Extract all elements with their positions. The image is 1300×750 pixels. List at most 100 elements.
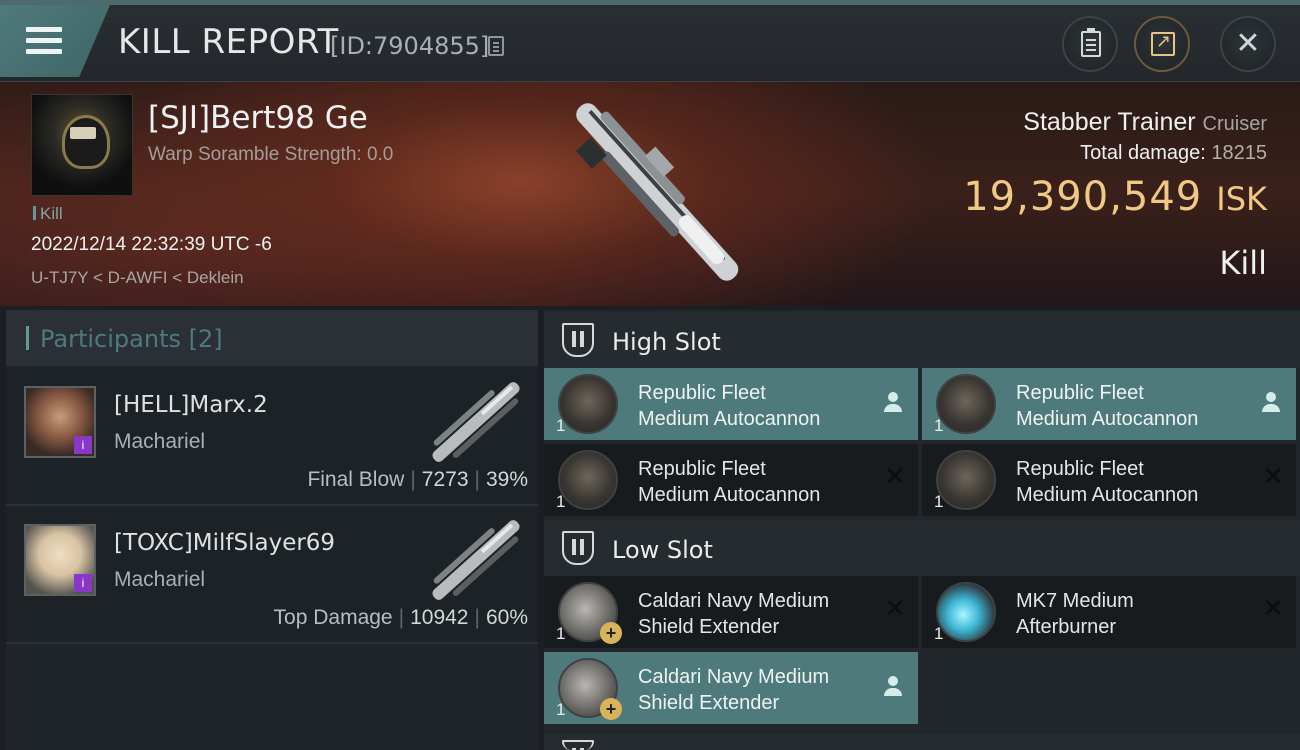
participants-header: Participants [2] — [6, 310, 538, 366]
module-item[interactable]: 1 Republic Fleet Medium Autocannon ✕ — [922, 444, 1296, 516]
destroyed-x-icon: ✕ — [1262, 462, 1284, 492]
high-slot-icon — [562, 323, 594, 357]
page-title: KILL REPORT — [118, 22, 339, 62]
shield-extender-icon: + — [558, 658, 622, 720]
isk-value: 19,390,549 ISK — [963, 174, 1267, 220]
clipboard-icon — [1081, 28, 1101, 57]
module-item[interactable]: 1 Republic Fleet Medium Autocannon ✕ — [544, 444, 918, 516]
report-button[interactable] — [1062, 16, 1118, 72]
result-label: Kill — [1219, 244, 1267, 282]
destroyed-x-icon: ✕ — [884, 594, 906, 624]
kill-tag-bar — [33, 206, 36, 220]
low-slot-title: Low Slot — [612, 536, 713, 564]
menu-button[interactable] — [0, 5, 110, 77]
participant-row[interactable]: i [TOXC]MilfSlayer69 Machariel Top Damag… — [6, 506, 538, 644]
module-name-line2: Afterburner — [1016, 616, 1117, 638]
participants-title: Participants [2] — [40, 325, 223, 353]
module-name-line1: Caldari Navy Medium — [638, 666, 830, 688]
participant-role: Final Blow — [307, 468, 405, 491]
report-id: [ID:7904855] — [330, 32, 490, 60]
low-slot-icon — [562, 531, 594, 565]
module-name: Republic Fleet Medium Autocannon — [1016, 380, 1198, 432]
module-name: Republic Fleet Medium Autocannon — [638, 456, 820, 508]
victim-ship-image[interactable] — [530, 82, 780, 306]
module-name-line1: Republic Fleet — [638, 382, 766, 404]
info-badge-icon: i — [74, 574, 92, 592]
participants-title-text: Participants — [40, 325, 181, 353]
module-quantity: 1 — [556, 700, 566, 719]
header-accent-line — [0, 0, 1300, 5]
fitting-panel: High Slot 1 Republic Fleet Medium Autocan… — [544, 310, 1300, 750]
fitted-person-icon — [884, 676, 902, 698]
module-item[interactable]: 1 Republic Fleet Medium Autocannon — [922, 368, 1296, 440]
share-button[interactable] — [1134, 16, 1190, 72]
total-damage: Total damage: 18215 — [1080, 142, 1267, 165]
module-quantity: 1 — [934, 416, 944, 435]
kill-datetime: 2022/12/14 22:32:39 UTC -6 — [31, 234, 272, 255]
participant-damage: 10942 — [410, 606, 469, 629]
isk-amount: 19,390,549 — [963, 174, 1203, 220]
isk-unit: ISK — [1216, 180, 1267, 218]
module-name-line2: Medium Autocannon — [1016, 484, 1199, 506]
module-name-line2: Medium Autocannon — [638, 408, 821, 430]
avatar[interactable]: i — [24, 386, 96, 458]
module-name-line1: Caldari Navy Medium — [638, 590, 830, 612]
total-damage-value: 18215 — [1211, 142, 1267, 164]
fitted-person-icon — [884, 392, 902, 414]
participant-name: [HELL]Marx.2 — [114, 392, 268, 418]
victim-name[interactable]: [SJI]Bert98 Ge — [148, 100, 368, 136]
module-quantity: 1 — [934, 492, 944, 511]
module-name: Republic Fleet Medium Autocannon — [1016, 456, 1198, 508]
module-name-line1: MK7 Medium — [1016, 590, 1134, 612]
kill-location[interactable]: U-TJ7Y < D-AWFI < Deklein — [31, 268, 244, 288]
module-name-line1: Republic Fleet — [1016, 382, 1144, 404]
participant-damage: 7273 — [421, 468, 469, 491]
module-name: Republic Fleet Medium Autocannon — [638, 380, 820, 432]
high-slot-title: High Slot — [612, 328, 721, 356]
module-quantity: 1 — [934, 624, 944, 643]
module-name: MK7 Medium Afterburner — [1016, 588, 1134, 640]
victim-portrait[interactable] — [31, 94, 133, 196]
participant-ship-image[interactable] — [416, 512, 536, 608]
module-item[interactable]: 1 Republic Fleet Medium Autocannon — [544, 368, 918, 440]
participants-count: [2] — [188, 325, 223, 353]
ship-name-text: Stabber Trainer — [1023, 108, 1196, 136]
autocannon-icon — [558, 374, 618, 434]
participant-name: [TOXC]MilfSlayer69 — [114, 530, 336, 556]
module-item[interactable]: 1 MK7 Medium Afterburner ✕ — [922, 576, 1296, 648]
plus-icon: + — [600, 698, 622, 720]
module-item[interactable]: + 1 Caldari Navy Medium Shield Extender — [544, 652, 918, 724]
close-icon: ✕ — [1235, 26, 1261, 61]
participant-role: Top Damage — [273, 606, 393, 629]
participants-header-bar — [26, 326, 29, 350]
module-name: Caldari Navy Medium Shield Extender — [638, 588, 829, 640]
ship-class: Cruiser — [1202, 113, 1267, 135]
info-badge-icon: i — [74, 436, 92, 454]
participants-panel: Participants [2] i [HELL]Marx.2 Macharie… — [6, 310, 538, 750]
participant-row[interactable]: i [HELL]Marx.2 Machariel Final Blow | 7273… — [6, 368, 538, 506]
victim-banner: [SJI]Bert98 Ge Warp Soramble Strength: 0… — [0, 82, 1300, 306]
kill-tag: Kill — [33, 204, 63, 224]
autocannon-icon — [936, 374, 996, 434]
module-name-line2: Medium Autocannon — [1016, 408, 1199, 430]
destroyed-x-icon: ✕ — [884, 462, 906, 492]
fitted-person-icon — [1262, 392, 1280, 414]
copy-id-icon[interactable] — [488, 36, 504, 56]
module-quantity: 1 — [556, 492, 566, 511]
module-name-line2: Medium Autocannon — [638, 484, 821, 506]
avatar[interactable]: i — [24, 524, 96, 596]
shield-extender-icon: + — [558, 582, 622, 644]
victim-ship-name[interactable]: Stabber Trainer Cruiser — [1023, 108, 1267, 137]
autocannon-icon — [936, 450, 996, 510]
module-name-line1: Republic Fleet — [1016, 458, 1144, 480]
share-icon — [1151, 31, 1175, 56]
participant-percent: 60% — [485, 606, 528, 629]
module-name: Caldari Navy Medium Shield Extender — [638, 664, 829, 716]
participant-ship-image[interactable] — [416, 374, 536, 470]
module-item[interactable]: + 1 Caldari Navy Medium Shield Extender ✕ — [544, 576, 918, 648]
close-button[interactable]: ✕ — [1220, 16, 1276, 72]
module-name-line2: Shield Extender — [638, 692, 780, 714]
afterburner-icon — [936, 582, 996, 642]
participant-stats: Top Damage | 10942 | 60% — [273, 606, 528, 629]
kill-tag-label: Kill — [40, 204, 63, 223]
